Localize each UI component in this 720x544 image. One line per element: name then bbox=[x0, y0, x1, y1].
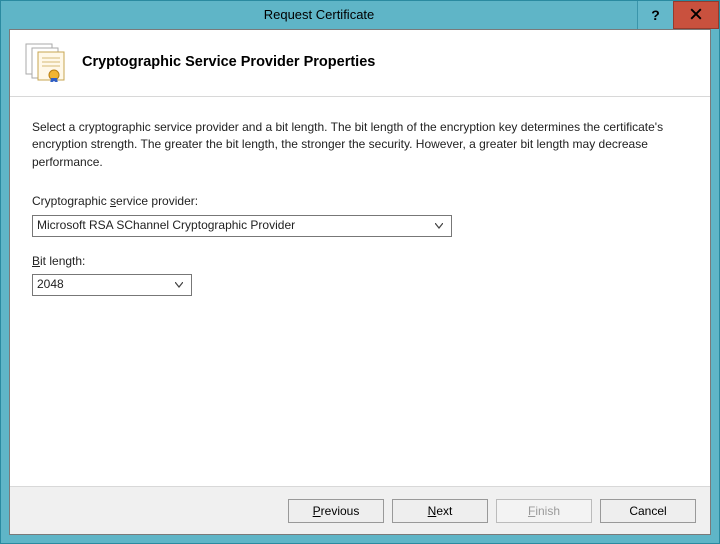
provider-select[interactable]: Microsoft RSA SChannel Cryptographic Pro… bbox=[32, 215, 452, 237]
certificate-icon bbox=[24, 42, 68, 82]
titlebar: Request Certificate ? bbox=[1, 1, 719, 29]
window-title: Request Certificate bbox=[1, 1, 637, 29]
help-button[interactable]: ? bbox=[637, 1, 673, 29]
close-icon bbox=[690, 8, 702, 23]
form-body: Select a cryptographic service provider … bbox=[10, 97, 710, 486]
provider-label: Cryptographic service provider: bbox=[32, 193, 688, 210]
titlebar-buttons: ? bbox=[637, 1, 719, 29]
close-button[interactable] bbox=[673, 1, 719, 29]
chevron-down-icon bbox=[431, 218, 447, 234]
button-bar: Previous Next Finish Cancel bbox=[10, 486, 710, 534]
dialog-body-panel: Cryptographic Service Provider Propertie… bbox=[9, 29, 711, 535]
chevron-down-icon bbox=[171, 277, 187, 293]
bitlength-label: Bit length: bbox=[32, 253, 688, 270]
bitlength-select[interactable]: 2048 bbox=[32, 274, 192, 296]
bitlength-select-value: 2048 bbox=[37, 276, 64, 293]
finish-button: Finish bbox=[496, 499, 592, 523]
description-text: Select a cryptographic service provider … bbox=[32, 119, 672, 171]
help-icon: ? bbox=[651, 7, 660, 23]
page-header: Cryptographic Service Provider Propertie… bbox=[10, 30, 710, 97]
dialog-window: Request Certificate ? bbox=[0, 0, 720, 544]
provider-select-value: Microsoft RSA SChannel Cryptographic Pro… bbox=[37, 217, 295, 234]
next-button[interactable]: Next bbox=[392, 499, 488, 523]
previous-button[interactable]: Previous bbox=[288, 499, 384, 523]
cancel-button[interactable]: Cancel bbox=[600, 499, 696, 523]
page-title: Cryptographic Service Provider Propertie… bbox=[82, 54, 375, 70]
